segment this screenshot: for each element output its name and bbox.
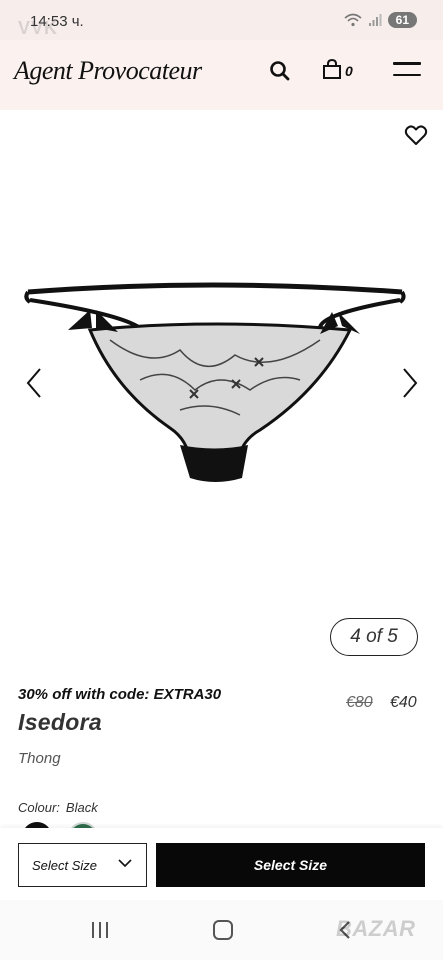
brand-logo[interactable]: Agent Provocateur <box>14 56 202 86</box>
size-select-label: Select Size <box>32 857 98 873</box>
product-name: Isedora <box>18 709 102 735</box>
promo-text: 30% off with code: EXTRA30 <box>18 686 222 703</box>
battery-badge: 61 <box>387 12 417 28</box>
signal-icon <box>368 14 382 26</box>
chevron-down-icon <box>118 859 132 868</box>
chevron-right-icon <box>403 368 418 398</box>
search-icon <box>270 61 290 81</box>
watermark-text: BAZAR <box>336 916 416 941</box>
product-gallery: 4 of 5 <box>0 110 443 670</box>
site-header: Agent Provocateur 0 <box>0 40 443 110</box>
wifi-icon <box>344 13 362 27</box>
add-to-bag-bar: Select Size Select Size <box>0 828 443 900</box>
status-icons: 61 <box>344 12 417 28</box>
product-image[interactable] <box>20 280 410 505</box>
colour-label: Colour: <box>18 800 60 815</box>
status-time: 14:53 ч. <box>30 13 84 30</box>
menu-line <box>393 62 421 65</box>
image-counter: 4 of 5 <box>330 618 418 656</box>
search-button[interactable] <box>268 59 292 83</box>
bag-count: 0 <box>345 63 353 79</box>
wishlist-button[interactable] <box>404 124 428 146</box>
prev-image-button[interactable] <box>22 365 46 401</box>
product-type: Thong <box>18 750 61 767</box>
colour-value: Black <box>65 800 98 815</box>
shopping-bag-icon <box>323 59 341 79</box>
menu-line <box>393 73 421 76</box>
menu-button[interactable] <box>393 62 421 80</box>
colour-row: Colour: Black <box>18 800 98 815</box>
heart-icon <box>404 125 428 145</box>
size-select[interactable]: Select Size <box>18 843 147 887</box>
system-nav-bar: BAZAR <box>0 900 443 960</box>
status-bar: VVK 14:53 ч. 61 <box>0 0 443 40</box>
recents-icon[interactable] <box>90 921 110 939</box>
chevron-left-icon <box>26 368 41 398</box>
sale-price: €40 <box>390 694 417 711</box>
bag-button[interactable]: 0 <box>322 59 353 79</box>
select-size-button[interactable]: Select Size <box>156 843 425 887</box>
next-image-button[interactable] <box>398 365 422 401</box>
original-price: €80 <box>346 694 373 711</box>
home-icon[interactable] <box>213 920 233 940</box>
